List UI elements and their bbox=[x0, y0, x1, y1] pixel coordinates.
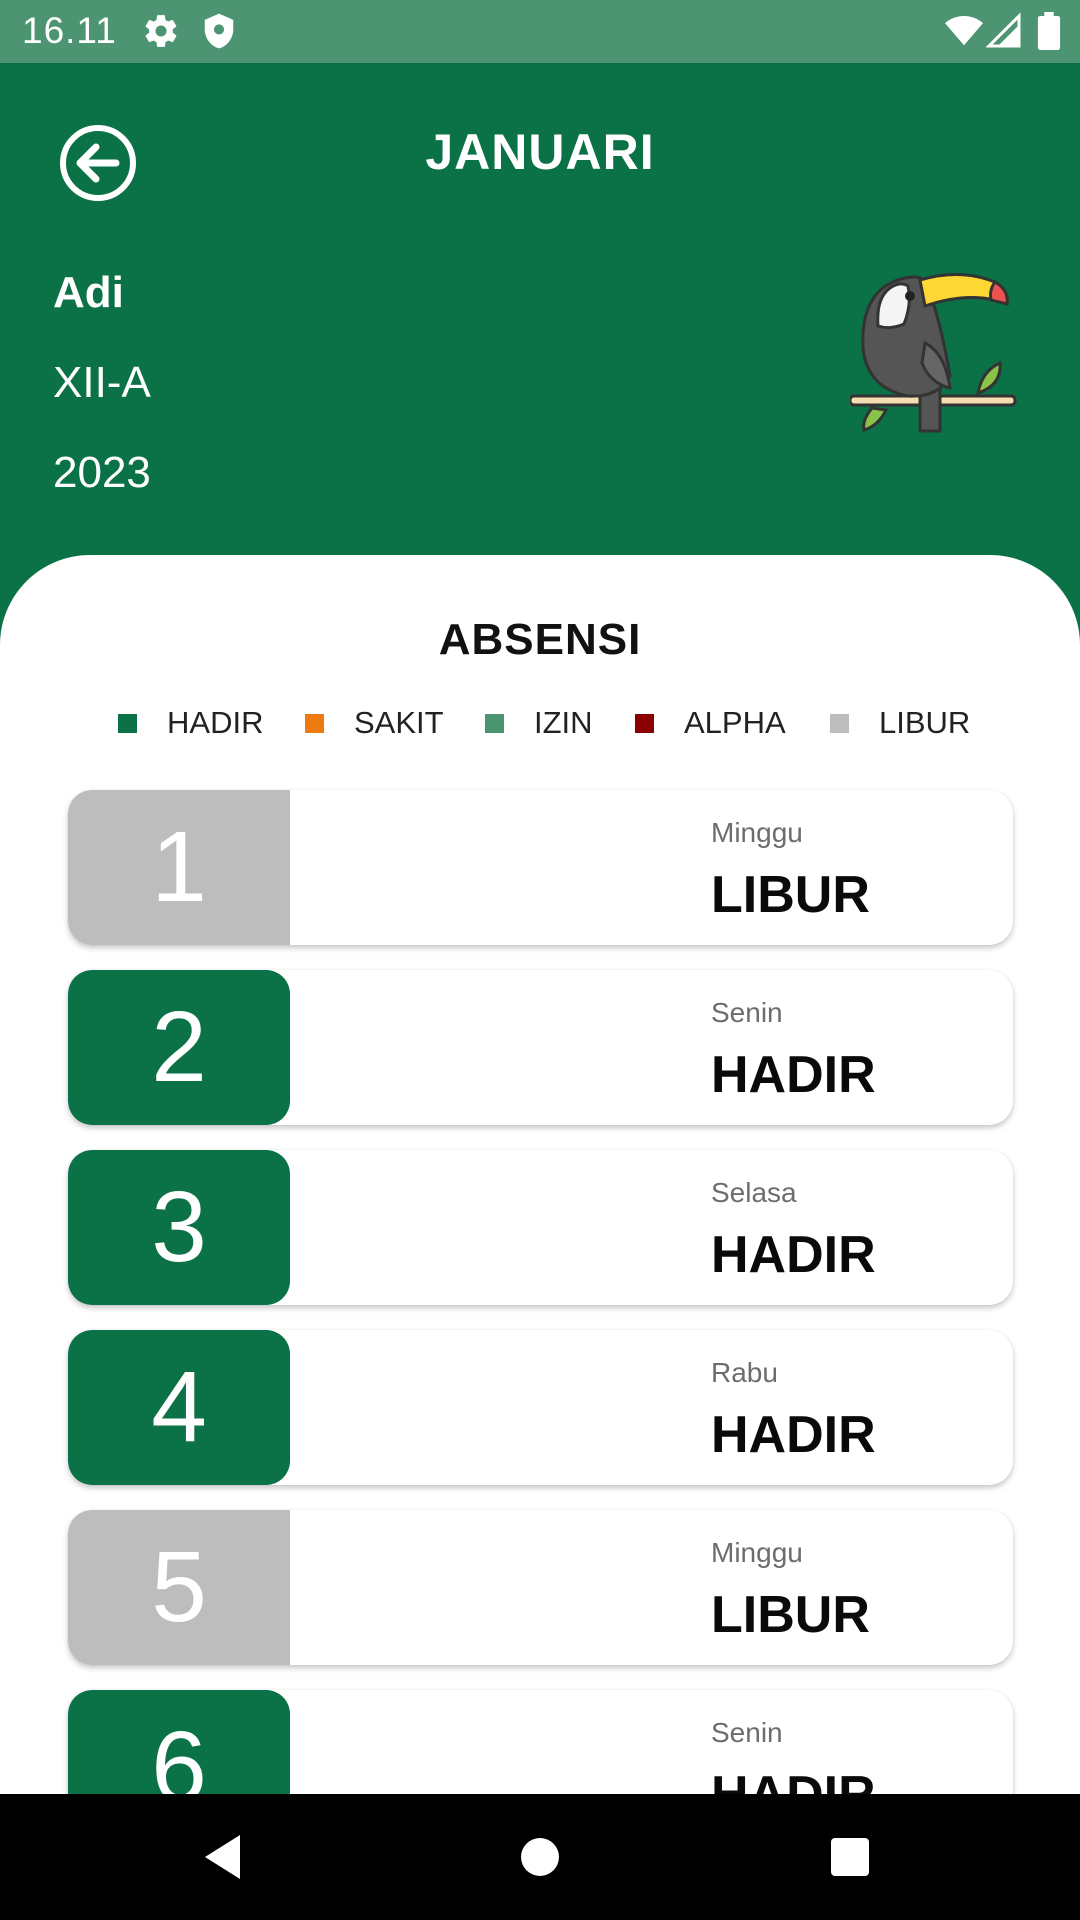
shield-icon bbox=[204, 13, 234, 49]
legend-item-sakit: SAKIT bbox=[305, 703, 444, 743]
day-name: Senin bbox=[711, 1717, 783, 1748]
day-card[interactable]: 5 Minggu LIBUR bbox=[68, 1510, 1013, 1665]
day-number: 1 bbox=[68, 790, 290, 945]
day-status: HADIR bbox=[711, 1046, 876, 1104]
student-name: Adi bbox=[53, 268, 124, 317]
status-bar: 16.11 bbox=[0, 0, 1080, 63]
day-card[interactable]: 1 Minggu LIBUR bbox=[68, 790, 1013, 945]
legend-item-libur: LIBUR bbox=[830, 703, 970, 743]
legend-label: IZIN bbox=[534, 705, 593, 740]
battery-icon bbox=[1037, 12, 1061, 50]
day-name: Minggu bbox=[711, 817, 803, 848]
signal-icon bbox=[986, 12, 1021, 48]
day-status: LIBUR bbox=[711, 1586, 870, 1644]
month-title: JANUARI bbox=[425, 124, 655, 180]
toucan-icon bbox=[850, 272, 1017, 433]
day-name: Rabu bbox=[711, 1357, 778, 1388]
legend-swatch bbox=[635, 713, 654, 733]
legend-swatch bbox=[485, 713, 504, 733]
header: JANUARI Adi XII-A 2023 bbox=[0, 63, 1080, 583]
day-number: 4 bbox=[68, 1330, 290, 1485]
day-status: LIBUR bbox=[711, 866, 870, 924]
legend-swatch bbox=[830, 713, 849, 733]
navigation-bar bbox=[0, 1794, 1080, 1920]
day-card[interactable]: 4 Rabu HADIR bbox=[68, 1330, 1013, 1485]
legend-swatch bbox=[305, 713, 324, 733]
day-card[interactable]: 2 Senin HADIR bbox=[68, 970, 1013, 1125]
legend-item-izin: IZIN bbox=[485, 703, 593, 743]
student-year: 2023 bbox=[53, 448, 151, 497]
day-name: Senin bbox=[711, 997, 783, 1028]
day-status: HADIR bbox=[711, 1226, 876, 1284]
legend-label: LIBUR bbox=[879, 705, 971, 740]
day-name: Minggu bbox=[711, 1537, 803, 1568]
nav-home-icon[interactable] bbox=[510, 1827, 570, 1887]
legend-item-alpha: ALPHA bbox=[635, 703, 786, 743]
settings-icon bbox=[145, 15, 177, 47]
legend-swatch bbox=[118, 713, 137, 733]
legend-label: SAKIT bbox=[354, 705, 444, 740]
day-number: 3 bbox=[68, 1150, 290, 1305]
attendance-sheet: ABSENSI HADIR SAKIT IZIN ALPHA LIBUR 1 M… bbox=[0, 555, 1080, 1920]
day-card[interactable]: 3 Selasa HADIR bbox=[68, 1150, 1013, 1305]
nav-recents-icon[interactable] bbox=[820, 1827, 880, 1887]
legend: HADIR SAKIT IZIN ALPHA LIBUR bbox=[0, 703, 1080, 743]
legend-label: HADIR bbox=[167, 705, 264, 740]
day-number: 2 bbox=[68, 970, 290, 1125]
section-title: ABSENSI bbox=[438, 615, 642, 664]
day-number: 5 bbox=[68, 1510, 290, 1665]
student-class: XII-A bbox=[53, 358, 151, 407]
legend-item-hadir: HADIR bbox=[118, 703, 263, 743]
status-time: 16.11 bbox=[22, 10, 117, 51]
nav-back-icon[interactable] bbox=[195, 1827, 255, 1887]
legend-label: ALPHA bbox=[684, 705, 786, 740]
wifi-icon bbox=[945, 15, 983, 46]
day-status: HADIR bbox=[711, 1406, 876, 1464]
day-name: Selasa bbox=[711, 1177, 797, 1208]
